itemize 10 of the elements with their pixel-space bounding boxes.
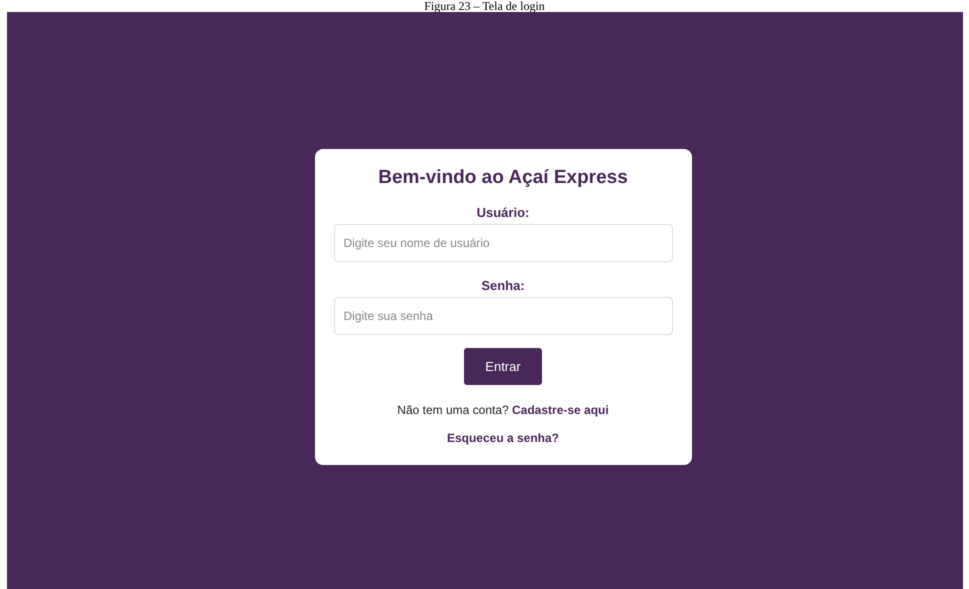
input-field[interactable]: Digite sua senha [334,296,672,334]
figure-caption: Figura 23 – Tela de login [423,0,546,12]
signup-link[interactable]: Cadastre-se aqui [512,402,609,416]
signup-prompt: Não tem uma conta? Cadastre-se aqui [397,402,609,416]
card-title: Bem-vindo ao Açaí Express [378,166,628,188]
input-field[interactable]: Digite seu nome de usuário [334,224,672,262]
field-label: Usuário: [476,204,530,220]
forgot-password-link[interactable]: Esqueceu a senha? [446,430,560,444]
field-label: Senha: [481,278,525,292]
login-button[interactable]: Entrar [464,348,542,384]
